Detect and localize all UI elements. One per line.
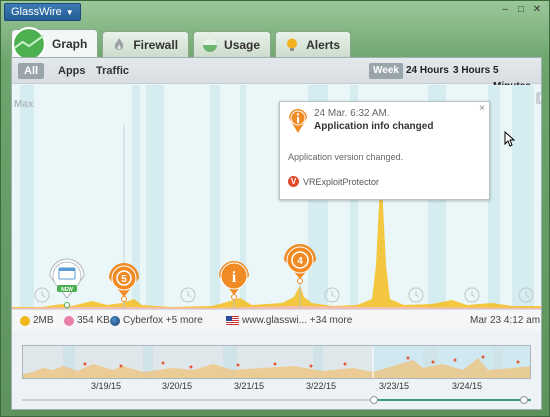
new-badge-text: NEW [61, 287, 73, 293]
caret-down-icon: ▼ [65, 8, 74, 17]
tab-firewall-label: Firewall [133, 37, 179, 52]
filter-all[interactable]: All [18, 63, 45, 79]
alert-popup[interactable]: × 24 Mar. 6:32 AM. Application info chan… [279, 101, 490, 200]
main-tabs: Graph Firewall Usage Alerts [11, 26, 352, 61]
slider-end-handle[interactable] [520, 396, 528, 404]
mouse-cursor-icon [504, 131, 516, 147]
download-icon [20, 315, 30, 326]
upload-total: 354 KB [64, 315, 110, 326]
range-3-hours[interactable]: 3 Hours [449, 63, 494, 79]
popup-title: Application info changed [314, 121, 434, 132]
date-label: 3/22/15 [306, 381, 337, 391]
marker-5-text: 5 [121, 274, 127, 285]
slider-start-handle[interactable] [370, 396, 378, 404]
popup-app-name: VRExploitProtector [303, 176, 380, 187]
close-button[interactable]: ✕ [529, 3, 545, 17]
popup-close-button[interactable]: × [479, 103, 485, 114]
timeline-dates: 3/19/15 3/20/15 3/21/15 3/22/15 3/23/15 … [12, 381, 541, 393]
graph-panel: All Apps Traffic Week 24 Hours 3 Hours 5… [11, 57, 542, 410]
tab-firewall[interactable]: Firewall [102, 31, 190, 57]
upload-value: 354 KB [77, 315, 110, 326]
date-label: 3/19/15 [91, 381, 122, 391]
clock-icon [34, 287, 534, 303]
date-label: 3/24/15 [452, 381, 483, 391]
filter-traffic[interactable]: Traffic [90, 63, 135, 79]
tab-graph[interactable]: Graph [11, 26, 99, 61]
apps-summary-text: Cyberfox +5 more [123, 315, 203, 326]
time-range-slider[interactable] [22, 396, 531, 404]
range-5-minutes[interactable]: 5 Minutes [489, 63, 541, 92]
bulb-icon [287, 38, 298, 51]
popup-time: 24 Mar. 6:32 AM. [314, 108, 390, 119]
date-label: 3/23/15 [379, 381, 410, 391]
marker-i-text: i [232, 269, 237, 286]
status-bar: 2MB 354 KB Cyberfox +5 more www.glasswi.… [12, 309, 541, 331]
popup-app[interactable]: V VRExploitProtector [288, 176, 379, 187]
max-label: Max [14, 99, 34, 110]
filter-apps[interactable]: Apps [52, 63, 92, 79]
filter-bar: All Apps Traffic Week 24 Hours 3 Hours 5… [12, 58, 541, 92]
app-menu-label: GlassWire [11, 6, 62, 18]
date-label: 3/21/15 [234, 381, 265, 391]
minimize-button[interactable]: – [497, 3, 513, 17]
tab-graph-label: Graph [52, 36, 88, 51]
info-icon [289, 109, 307, 133]
maximize-button[interactable]: □ [513, 3, 529, 17]
range-week[interactable]: Week [369, 63, 403, 79]
timeline-overview[interactable] [22, 345, 531, 379]
hosts-summary[interactable]: www.glasswi... +34 more [226, 315, 352, 326]
app-menu-button[interactable]: GlassWire ▼ [4, 3, 81, 21]
title-bar: GlassWire ▼ – □ ✕ [1, 1, 549, 23]
upload-icon [64, 315, 74, 326]
tab-alerts-label: Alerts [306, 37, 341, 52]
flame-icon [115, 37, 124, 50]
hosts-summary-text: www.glasswi... +34 more [242, 315, 353, 326]
network-graph[interactable]: NEW 5 i 4 Max × 24 Mar. 6:32 AM. Applica… [12, 85, 541, 309]
download-value: 2MB [33, 315, 54, 326]
app-icon: V [288, 176, 299, 187]
window-controls: – □ ✕ [497, 3, 545, 17]
status-timestamp: Mar 23 4:12 am [470, 315, 541, 326]
date-label: 3/20/15 [162, 381, 193, 391]
glasswire-window: GlassWire ▼ – □ ✕ Graph Firewall Usage A… [0, 0, 550, 417]
tab-usage-label: Usage [224, 37, 261, 52]
tab-alerts[interactable]: Alerts [275, 31, 352, 57]
graph-icon [12, 26, 46, 61]
usage-icon [203, 37, 218, 52]
download-total: 2MB [20, 315, 54, 326]
us-flag-icon [226, 316, 239, 325]
apps-summary[interactable]: Cyberfox +5 more [110, 315, 203, 326]
marker-4-text: 4 [297, 256, 303, 267]
popup-body: Application version changed. [288, 152, 404, 162]
pause-icon[interactable] [535, 91, 541, 105]
range-24-hours[interactable]: 24 Hours [402, 63, 453, 79]
timeline-canvas [23, 346, 530, 378]
cyberfox-icon [110, 315, 120, 326]
tab-usage[interactable]: Usage [193, 31, 272, 57]
new-app-marker[interactable]: NEW [49, 258, 85, 309]
